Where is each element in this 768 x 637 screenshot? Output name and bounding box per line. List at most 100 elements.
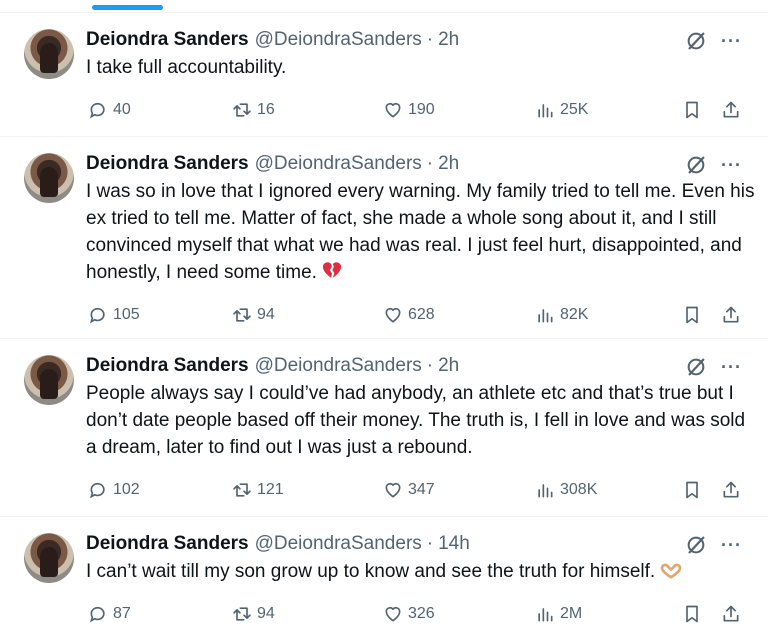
views-button[interactable]: 25K bbox=[535, 100, 588, 120]
tweet-header-icons: ··· bbox=[685, 356, 742, 378]
avatar[interactable] bbox=[24, 153, 74, 203]
tweet-text: I was so in love that I ignored every wa… bbox=[86, 181, 755, 283]
reply-button[interactable]: 105 bbox=[88, 305, 140, 325]
grok-icon[interactable] bbox=[685, 30, 707, 52]
tweet[interactable]: Deiondra Sanders @DeiondraSanders · 14h … bbox=[0, 517, 768, 637]
view-count: 82K bbox=[560, 306, 589, 323]
avatar[interactable] bbox=[24, 355, 74, 405]
display-name[interactable]: Deiondra Sanders bbox=[86, 533, 249, 555]
view-count: 308K bbox=[560, 481, 598, 498]
like-button[interactable]: 326 bbox=[383, 604, 435, 624]
more-options-icon[interactable]: ··· bbox=[721, 156, 742, 174]
views-button[interactable]: 2M bbox=[535, 604, 582, 624]
bookmark-button[interactable] bbox=[682, 100, 702, 120]
user-handle[interactable]: @DeiondraSanders bbox=[255, 355, 422, 377]
analytics-icon bbox=[538, 484, 553, 498]
retweet-icon bbox=[233, 483, 251, 497]
tweet-header: Deiondra Sanders @DeiondraSanders · 14h bbox=[86, 530, 752, 558]
bookmark-button[interactable] bbox=[682, 305, 702, 325]
tweet-actions: 105 94 628 82K bbox=[86, 286, 752, 344]
tweet-header: Deiondra Sanders @DeiondraSanders · 2h bbox=[86, 352, 752, 380]
reply-button[interactable]: 102 bbox=[88, 480, 140, 500]
share-icon bbox=[723, 101, 739, 118]
retweet-icon bbox=[233, 103, 251, 117]
timestamp[interactable]: 2h bbox=[438, 29, 459, 51]
separator-dot: · bbox=[426, 153, 434, 174]
retweet-button[interactable]: 94 bbox=[232, 305, 275, 325]
share-icon bbox=[723, 306, 739, 323]
reply-button[interactable]: 87 bbox=[88, 604, 131, 624]
display-name[interactable]: Deiondra Sanders bbox=[86, 153, 249, 175]
like-count: 326 bbox=[408, 605, 435, 622]
tweet-text: People always say I could’ve had anybody… bbox=[86, 383, 746, 458]
like-button[interactable]: 190 bbox=[383, 100, 435, 120]
bookmark-icon bbox=[686, 306, 698, 324]
timestamp[interactable]: 14h bbox=[438, 533, 470, 555]
tweet-header: Deiondra Sanders @DeiondraSanders · 2h bbox=[86, 26, 752, 54]
view-count: 2M bbox=[560, 605, 583, 622]
share-icon bbox=[723, 605, 739, 622]
reply-icon bbox=[89, 102, 105, 119]
bookmark-button[interactable] bbox=[682, 604, 702, 624]
like-button[interactable]: 628 bbox=[383, 305, 435, 325]
retweet-count: 121 bbox=[257, 481, 284, 498]
share-button[interactable] bbox=[721, 100, 741, 120]
retweet-button[interactable]: 94 bbox=[232, 604, 275, 624]
tweet-feed: Deiondra Sanders @DeiondraSanders · 2h ·… bbox=[0, 13, 768, 637]
reply-icon bbox=[89, 307, 105, 324]
reply-count: 102 bbox=[113, 481, 140, 498]
grok-icon[interactable] bbox=[685, 356, 707, 378]
display-name[interactable]: Deiondra Sanders bbox=[86, 355, 249, 377]
share-icon bbox=[723, 481, 739, 498]
user-handle[interactable]: @DeiondraSanders bbox=[255, 533, 422, 555]
reply-count: 40 bbox=[113, 101, 131, 118]
tweet-header-icons: ··· bbox=[685, 154, 742, 176]
bookmark-button[interactable] bbox=[682, 480, 702, 500]
display-name[interactable]: Deiondra Sanders bbox=[86, 29, 249, 51]
retweet-count: 16 bbox=[257, 101, 275, 118]
share-button[interactable] bbox=[721, 604, 741, 624]
tweet[interactable]: Deiondra Sanders @DeiondraSanders · 2h ·… bbox=[0, 13, 768, 137]
more-options-icon[interactable]: ··· bbox=[721, 32, 742, 50]
views-button[interactable]: 308K bbox=[535, 480, 597, 500]
reply-count: 87 bbox=[113, 605, 131, 622]
user-handle[interactable]: @DeiondraSanders bbox=[255, 153, 422, 175]
views-button[interactable]: 82K bbox=[535, 305, 588, 325]
like-count: 628 bbox=[408, 306, 435, 323]
tweet-header-icons: ··· bbox=[685, 534, 742, 556]
reply-button[interactable]: 40 bbox=[88, 100, 131, 120]
timestamp[interactable]: 2h bbox=[438, 355, 459, 377]
heart-icon bbox=[385, 102, 401, 118]
retweet-icon bbox=[233, 308, 251, 322]
tweet-actions: 87 94 326 2M bbox=[86, 585, 752, 637]
analytics-icon bbox=[538, 104, 553, 118]
analytics-icon bbox=[538, 309, 553, 323]
timestamp[interactable]: 2h bbox=[438, 153, 459, 175]
like-button[interactable]: 347 bbox=[383, 480, 435, 500]
more-options-icon[interactable]: ··· bbox=[721, 358, 742, 376]
grok-icon[interactable] bbox=[685, 154, 707, 176]
retweet-button[interactable]: 121 bbox=[232, 480, 284, 500]
retweet-count: 94 bbox=[257, 306, 275, 323]
retweet-button[interactable]: 16 bbox=[232, 100, 275, 120]
heart-icon bbox=[385, 307, 401, 323]
retweet-count: 94 bbox=[257, 605, 275, 622]
tweet-text: I can’t wait till my son grow up to know… bbox=[86, 558, 756, 585]
tweet[interactable]: Deiondra Sanders @DeiondraSanders · 2h ·… bbox=[0, 137, 768, 339]
separator-dot: · bbox=[426, 29, 434, 50]
bookmark-icon bbox=[686, 605, 698, 623]
tweet-actions: 40 16 190 25K bbox=[86, 81, 752, 139]
tweet-actions: 102 121 347 308K bbox=[86, 461, 752, 519]
more-options-icon[interactable]: ··· bbox=[721, 536, 742, 554]
avatar[interactable] bbox=[24, 29, 74, 79]
share-button[interactable] bbox=[721, 305, 741, 325]
user-handle[interactable]: @DeiondraSanders bbox=[255, 29, 422, 51]
tweet[interactable]: Deiondra Sanders @DeiondraSanders · 2h ·… bbox=[0, 339, 768, 517]
share-button[interactable] bbox=[721, 480, 741, 500]
grok-icon[interactable] bbox=[685, 534, 707, 556]
view-count: 25K bbox=[560, 101, 589, 118]
active-tab-indicator bbox=[92, 5, 163, 10]
bookmark-icon bbox=[686, 101, 698, 119]
avatar[interactable] bbox=[24, 533, 74, 583]
reply-icon bbox=[89, 606, 105, 623]
